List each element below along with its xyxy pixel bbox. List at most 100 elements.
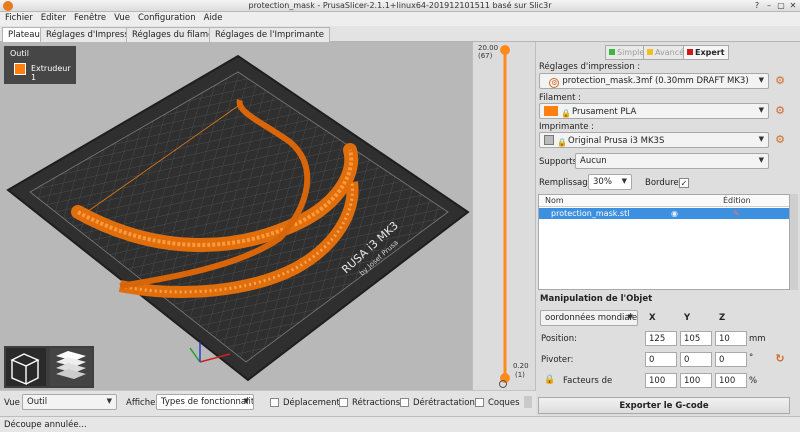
rotate-unit: ° [749, 353, 754, 363]
chevron-down-icon: ▼ [758, 135, 764, 143]
extruder-legend: Outil Extrudeur 1 [4, 46, 76, 84]
printer-value: Original Prusa i3 MK3S [568, 136, 665, 146]
view-value: Outil [27, 397, 48, 407]
view-combo[interactable]: Outil ▼ [22, 394, 117, 410]
tab-printer-settings[interactable]: Réglages de l'Imprimante [209, 27, 330, 42]
position-unit: mm [749, 334, 766, 344]
bottom-bar-scroll[interactable] [524, 396, 532, 408]
lock-icon: 🔒 [557, 138, 567, 147]
window-title: protection_mask - PrusaSlicer-2.1.1+linu… [248, 1, 552, 10]
bed-scene: RUSA i3 MK3 by Josef Prusa [6, 54, 470, 382]
brim-checkbox[interactable]: ✓ [679, 178, 689, 188]
chevron-down-icon: ▼ [758, 76, 764, 84]
advanced-mode-icon [647, 49, 653, 55]
view-toggle-panel [4, 346, 94, 388]
menu-bar: Fichier Editer Fenêtre Vue Configuration Aide [0, 12, 800, 26]
travel-checkbox[interactable] [270, 398, 279, 407]
manipulation-title: Manipulation de l'Objet [540, 294, 653, 304]
preview-layers-icon[interactable] [50, 348, 92, 386]
eye-icon[interactable]: ◉ [671, 209, 678, 218]
chevron-down-icon: ▼ [106, 397, 112, 405]
column-name: Nom [545, 196, 564, 205]
scale-label: Facteurs de [563, 376, 613, 386]
mode-expert-label: Expert [695, 48, 725, 57]
lock-icon[interactable]: 🔒 [544, 374, 556, 386]
reset-rotation-icon[interactable]: ↻ [774, 353, 786, 365]
menu-fichier[interactable]: Fichier [0, 12, 36, 23]
mode-expert-button[interactable]: Expert [683, 45, 729, 60]
retractions-checkbox[interactable] [339, 398, 348, 407]
position-label: Position: [541, 334, 577, 344]
filament-combo[interactable]: 🔒Prusament PLA ▼ [539, 103, 769, 119]
layer-bottom-index: (1) [515, 371, 525, 379]
3d-view-icon[interactable] [6, 348, 46, 386]
chevron-down-icon: ▼ [627, 313, 633, 321]
status-bar: Découpe annulée... [0, 416, 800, 432]
mode-simple-label: Simple [617, 48, 645, 57]
show-combo[interactable]: Types de fonctionnalité ▼ [156, 394, 254, 410]
list-item[interactable]: protection_mask.stl ◉ ✎ [539, 208, 789, 219]
infill-combo[interactable]: 30% ▼ [588, 174, 632, 190]
position-y-field[interactable]: 105 [680, 331, 712, 346]
chevron-down-icon: ▼ [758, 156, 764, 164]
scale-x-field[interactable]: 100 [645, 373, 677, 388]
chevron-down-icon: ▼ [621, 177, 627, 185]
chevron-down-icon: ▼ [758, 106, 764, 114]
legend-title: Outil [10, 49, 29, 58]
printer-icon [544, 135, 554, 145]
object-list-header: Nom Édition [539, 195, 789, 207]
filament-gear-icon[interactable]: ⚙ [774, 105, 786, 117]
position-x-field[interactable]: 125 [645, 331, 677, 346]
print-profile-icon: ⚙ [549, 78, 560, 88]
menu-configuration[interactable]: Configuration [133, 12, 199, 23]
minimize-icon[interactable]: – [764, 1, 774, 11]
view-label: Vue [4, 398, 20, 408]
layer-slider[interactable]: 20.00 (67) 0.20 (1) [472, 42, 536, 390]
close-icon[interactable]: ✕ [788, 1, 798, 11]
slider-top-handle[interactable] [500, 45, 510, 55]
filament-value: Prusament PLA [572, 107, 637, 117]
object-list-scrollbar[interactable] [790, 194, 798, 290]
print-settings-combo[interactable]: ⚙ protection_mask.3mf (0.30mm DRAFT MK3) ▼ [539, 73, 769, 89]
menu-editer[interactable]: Editer [36, 12, 69, 23]
menu-aide[interactable]: Aide [199, 12, 226, 23]
print-settings-label: Réglages d'impression : [539, 62, 641, 72]
chevron-down-icon: ▼ [243, 397, 249, 405]
menu-vue[interactable]: Vue [109, 12, 133, 23]
supports-combo[interactable]: Aucun ▼ [575, 153, 769, 169]
scale-z-field[interactable]: 100 [715, 373, 747, 388]
travel-label: Déplacement [283, 398, 340, 408]
rotate-x-field[interactable]: 0 [645, 352, 677, 367]
scale-y-field[interactable]: 100 [680, 373, 712, 388]
mode-advanced-button[interactable]: Avancé [643, 45, 689, 60]
filament-label: Filament : [539, 93, 581, 103]
deretraction-checkbox[interactable] [400, 398, 409, 407]
deretraction-label: Dérétractation [413, 398, 475, 408]
layer-bottom-height: 0.20 [513, 362, 529, 370]
3d-viewport[interactable]: RUSA i3 MK3 by Josef Prusa [0, 42, 472, 390]
retractions-label: Rétractions [352, 398, 401, 408]
position-z-field[interactable]: 10 [715, 331, 747, 346]
print-settings-gear-icon[interactable]: ⚙ [774, 75, 786, 87]
shells-checkbox[interactable] [475, 398, 484, 407]
object-name: protection_mask.stl [551, 209, 630, 218]
infill-value: 30% [593, 177, 612, 187]
show-label: Afficher [126, 398, 159, 408]
menu-fenetre[interactable]: Fenêtre [69, 12, 109, 23]
print-settings-value: protection_mask.3mf (0.30mm DRAFT MK3) [562, 76, 749, 86]
rotate-y-field[interactable]: 0 [680, 352, 712, 367]
printer-gear-icon[interactable]: ⚙ [774, 134, 786, 146]
help-icon[interactable]: ? [752, 1, 762, 11]
edit-icon[interactable]: ✎ [733, 209, 740, 218]
export-gcode-button[interactable]: Exporter le G-code [538, 397, 790, 414]
coordinate-system-combo[interactable]: oordonnées mondiales ▼ [540, 310, 638, 326]
mode-simple-button[interactable]: Simple [605, 45, 649, 60]
printer-combo[interactable]: 🔒Original Prusa i3 MK3S ▼ [539, 132, 769, 148]
tab-bar: Plateau Réglages d'Impression Réglages d… [0, 26, 800, 43]
expert-mode-icon [687, 49, 693, 55]
object-list[interactable]: Nom Édition protection_mask.stl ◉ ✎ [538, 194, 790, 290]
supports-label: Supports: [539, 157, 580, 167]
axis-x-label: X [649, 313, 656, 323]
rotate-z-field[interactable]: 0 [715, 352, 747, 367]
maximize-icon[interactable]: ▢ [776, 1, 786, 11]
